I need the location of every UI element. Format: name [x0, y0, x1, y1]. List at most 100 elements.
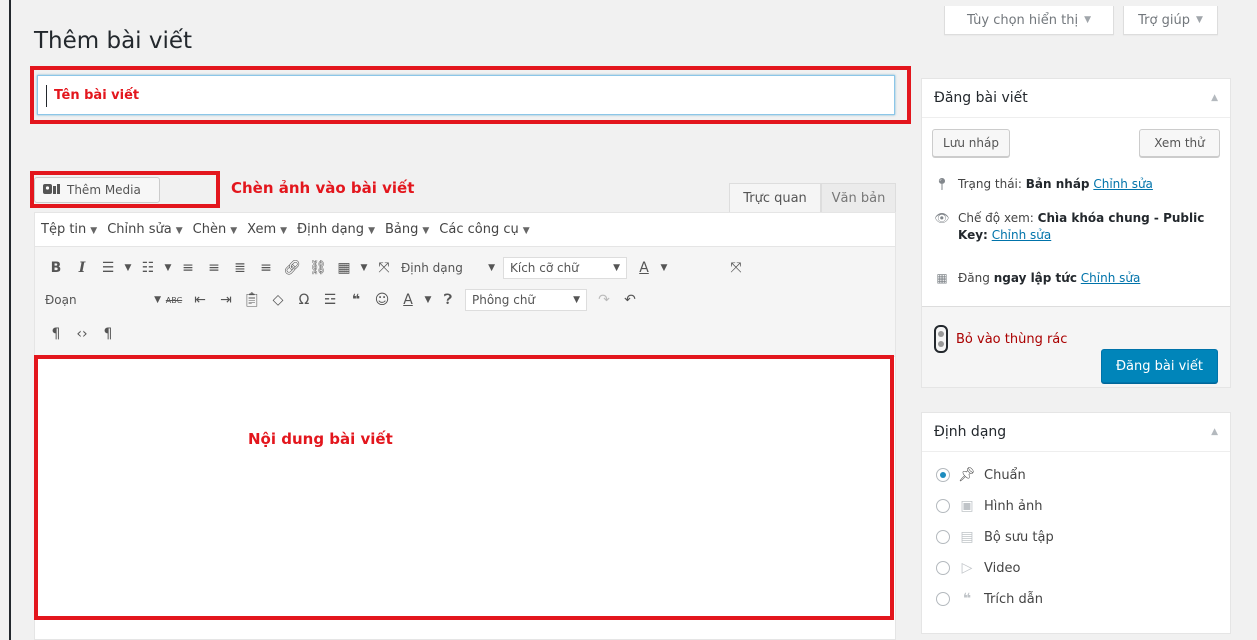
- radio[interactable]: [936, 592, 950, 606]
- bold-icon[interactable]: B: [43, 255, 69, 281]
- distraction-free-icon[interactable]: ⤧: [723, 255, 749, 281]
- preview-button[interactable]: Xem thử: [1139, 129, 1220, 157]
- format-dropdown[interactable]: Định dạng ▼: [401, 257, 495, 279]
- trash-link[interactable]: Bỏ vào thùng rác: [934, 325, 1067, 353]
- code-icon[interactable]: ‹›: [69, 321, 95, 347]
- format-box-title: Định dạng: [934, 424, 1007, 440]
- outdent-icon[interactable]: ⇤: [187, 287, 213, 313]
- help-button[interactable]: Trợ giúp ▼: [1123, 6, 1218, 35]
- chevron-down-icon[interactable]: ▼: [657, 255, 671, 281]
- radio[interactable]: [936, 530, 950, 544]
- format-option-video[interactable]: ▷ Video: [936, 560, 1020, 576]
- indent-icon[interactable]: ⇥: [213, 287, 239, 313]
- align-center-icon[interactable]: ≡: [201, 255, 227, 281]
- tab-text[interactable]: Văn bản: [821, 183, 896, 213]
- caret-down-icon: ▼: [1084, 15, 1092, 25]
- read-more-icon[interactable]: ☲: [317, 287, 343, 313]
- numbered-list-icon[interactable]: ☷: [135, 255, 161, 281]
- omega-icon[interactable]: Ω: [291, 287, 317, 313]
- eye-icon: 👁︎: [934, 211, 950, 225]
- format-option-quote[interactable]: ❝ Trích dẫn: [936, 591, 1043, 607]
- unlink-icon[interactable]: ⛓: [305, 255, 331, 281]
- media-annotation: Chèn ảnh vào bài viết: [231, 179, 415, 197]
- editor-menubar: Tệp tin ▼ Chỉnh sửa ▼ Chèn ▼ Xem ▼ Định dạng…: [35, 213, 895, 247]
- schedule-row: ▦ Đăng ngay lập tức Chỉnh sửa: [934, 270, 1140, 287]
- menu-format[interactable]: Định dạng ▼: [297, 222, 375, 237]
- collapse-icon[interactable]: ▲: [1211, 427, 1218, 437]
- paragraph-select[interactable]: Đoạn ▼: [43, 289, 161, 311]
- toolbar-row-2: Đoạn ▼ ABC ⇤ ⇥ 📋︎ ◇ Ω ☲ ❝ ☺ A ▼ ❓︎ Phông c…: [43, 285, 643, 315]
- align-justify-icon[interactable]: ≣: [227, 255, 253, 281]
- format-option-image[interactable]: ▣ Hình ảnh: [936, 498, 1042, 514]
- toolbar-row-3: ¶ ‹› ¶: [43, 319, 121, 349]
- status-row: 📍︎ Trạng thái: Bản nháp Chỉnh sửa: [934, 177, 1153, 191]
- edit-status-link[interactable]: Chỉnh sửa: [1093, 177, 1153, 191]
- table-icon[interactable]: ▦: [331, 255, 357, 281]
- publish-button[interactable]: Đăng bài viết: [1100, 349, 1218, 383]
- chevron-down-icon[interactable]: ▼: [121, 255, 135, 281]
- publish-box-title: Đăng bài viết: [934, 90, 1028, 106]
- image-icon: ▣: [960, 498, 974, 514]
- screen-options-label: Tùy chọn hiển thị: [966, 12, 1079, 28]
- caret-down-icon: ▼: [1195, 15, 1203, 25]
- screen-options-button[interactable]: Tùy chọn hiển thị ▼: [944, 6, 1114, 35]
- blockquote-icon[interactable]: ❝: [343, 287, 369, 313]
- chevron-down-icon[interactable]: ▼: [357, 255, 371, 281]
- pin-icon: 📌︎: [958, 467, 976, 483]
- paste-text-icon[interactable]: 📋︎: [239, 287, 265, 313]
- trash-label: Bỏ vào thùng rác: [956, 331, 1068, 347]
- align-left-icon[interactable]: ≡: [175, 255, 201, 281]
- chevron-down-icon[interactable]: ▼: [161, 255, 175, 281]
- radio-selected[interactable]: [936, 468, 950, 482]
- radio[interactable]: [936, 561, 950, 575]
- content-highlight-box: [34, 355, 894, 620]
- format-box-header[interactable]: Định dạng ▲: [922, 413, 1230, 452]
- menu-file[interactable]: Tệp tin ▼: [41, 222, 97, 237]
- menu-edit[interactable]: Chỉnh sửa ▼: [107, 222, 182, 237]
- font-family-select[interactable]: Phông chữ ▼: [465, 289, 587, 311]
- toolbar-row-1: B I ☰ ▼ ☷ ▼ ≡ ≡ ≣ ≡ 🔗︎ ⛓ ▦ ▼ ⤧ Định dạng ▼ K…: [43, 253, 749, 283]
- edit-schedule-link[interactable]: Chỉnh sửa: [1081, 271, 1141, 285]
- save-draft-button[interactable]: Lưu nháp: [932, 129, 1010, 157]
- format-option-standard[interactable]: 📌︎ Chuẩn: [936, 467, 1026, 483]
- text-color-icon[interactable]: A: [395, 287, 421, 313]
- menu-insert[interactable]: Chèn ▼: [193, 222, 237, 237]
- help-icon[interactable]: ❓︎: [435, 287, 461, 313]
- fullscreen-icon[interactable]: ⤧: [371, 255, 397, 281]
- visibility-row: 👁︎ Chế độ xem: Chìa khóa chung - Public …: [934, 211, 1205, 242]
- pin-icon: 📍︎: [934, 177, 950, 191]
- menu-table[interactable]: Bảng ▼: [385, 222, 429, 237]
- menu-tools[interactable]: Các công cụ ▼: [439, 222, 529, 237]
- publish-box: Đăng bài viết ▲ Lưu nháp Xem thử 📍︎ Trạn…: [921, 78, 1231, 388]
- media-highlight-box: [30, 171, 220, 208]
- emoji-icon[interactable]: ☺: [369, 287, 395, 313]
- italic-icon[interactable]: I: [69, 255, 95, 281]
- tab-visual[interactable]: Trực quan: [729, 183, 821, 213]
- publish-actions: Bỏ vào thùng rác Đăng bài viết: [922, 306, 1230, 387]
- title-highlight-box: [30, 66, 911, 124]
- menu-view[interactable]: Xem ▼: [247, 222, 287, 237]
- font-size-select[interactable]: Kích cỡ chữ ▼: [503, 257, 627, 279]
- gallery-icon: ▤: [960, 529, 974, 545]
- rtl-paragraph-icon[interactable]: ¶: [43, 321, 69, 347]
- link-icon[interactable]: 🔗︎: [279, 255, 305, 281]
- format-option-gallery[interactable]: ▤ Bộ sưu tập: [936, 529, 1054, 545]
- redo-icon[interactable]: ↷: [591, 287, 617, 313]
- editor-toolbar: B I ☰ ▼ ☷ ▼ ≡ ≡ ≣ ≡ 🔗︎ ⛓ ▦ ▼ ⤧ Định dạng ▼ K…: [35, 247, 895, 357]
- bullet-list-icon[interactable]: ☰: [95, 255, 121, 281]
- ltr-paragraph-icon[interactable]: ¶: [95, 321, 121, 347]
- chevron-down-icon[interactable]: ▼: [421, 287, 435, 313]
- content-annotation: Nội dung bài viết: [248, 430, 393, 448]
- radio[interactable]: [936, 499, 950, 513]
- edit-visibility-link[interactable]: Chỉnh sửa: [992, 228, 1052, 242]
- eraser-icon[interactable]: ◇: [265, 287, 291, 313]
- align-right-icon[interactable]: ≡: [253, 255, 279, 281]
- undo-icon[interactable]: ↶: [617, 287, 643, 313]
- background-color-icon[interactable]: A: [631, 255, 657, 281]
- format-box: Định dạng ▲ 📌︎ Chuẩn ▣ Hình ảnh ▤ Bộ sưu…: [921, 412, 1231, 634]
- strikethrough-icon[interactable]: ABC: [161, 287, 187, 313]
- collapse-icon[interactable]: ▲: [1211, 93, 1218, 103]
- publish-box-header[interactable]: Đăng bài viết ▲: [922, 79, 1230, 118]
- page-title: Thêm bài viết: [34, 28, 193, 54]
- trash-icon: [934, 325, 948, 353]
